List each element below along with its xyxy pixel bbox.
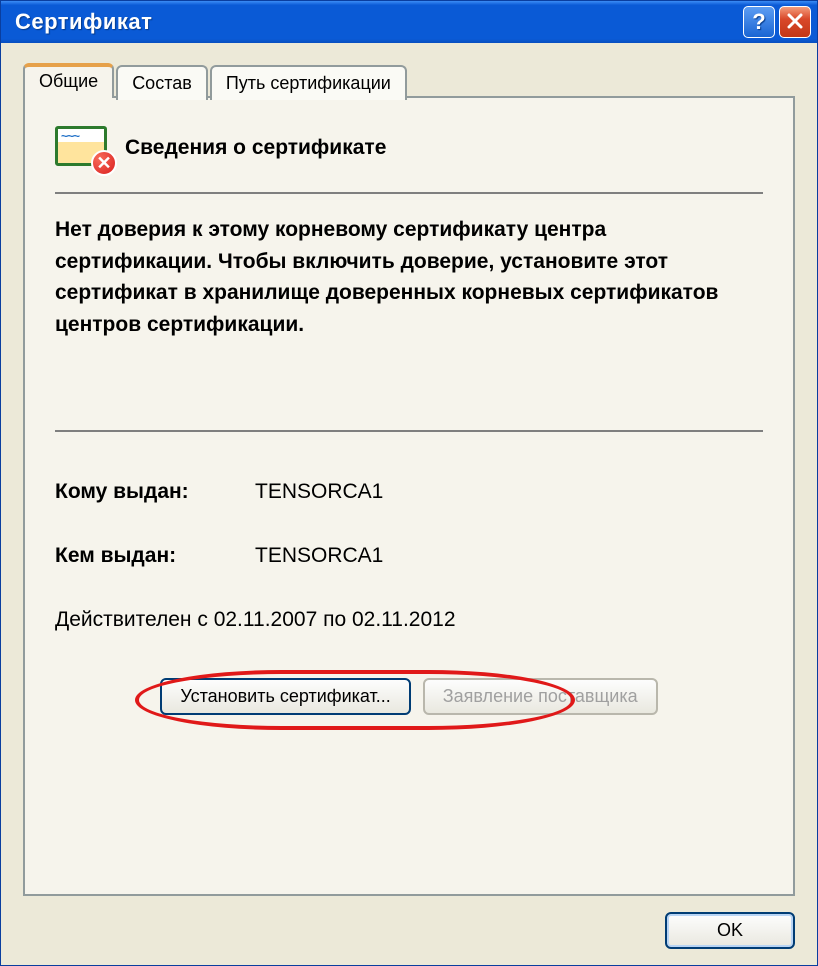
issued-by-row: Кем выдан: TENSORCA1	[55, 544, 763, 568]
cert-warning-text: Нет доверия к этому корневому сертификат…	[55, 214, 763, 340]
cert-fields: Кому выдан: TENSORCA1 Кем выдан: TENSORC…	[55, 480, 763, 632]
issued-to-row: Кому выдан: TENSORCA1	[55, 480, 763, 504]
help-button[interactable]: ?	[743, 6, 775, 38]
validity-text: Действителен с 02.11.2007 по 02.11.2012	[55, 608, 763, 632]
titlebar[interactable]: Сертификат ?	[1, 1, 817, 43]
tab-cert-path[interactable]: Путь сертификации	[210, 65, 407, 100]
cert-heading: Сведения о сертификате	[125, 136, 386, 160]
dialog-buttons: OK	[23, 896, 795, 949]
cert-header: ~~~ ✕ Сведения о сертификате	[55, 126, 763, 170]
ok-button[interactable]: OK	[665, 912, 795, 949]
divider	[55, 430, 763, 432]
error-badge-icon: ✕	[91, 150, 117, 176]
install-certificate-button[interactable]: Установить сертификат...	[160, 678, 410, 715]
certificate-error-icon: ~~~ ✕	[55, 126, 111, 170]
window-title: Сертификат	[15, 9, 739, 35]
tab-general[interactable]: Общие	[23, 63, 114, 98]
tab-details[interactable]: Состав	[116, 65, 208, 100]
issued-by-label: Кем выдан:	[55, 544, 255, 568]
certificate-dialog: Сертификат ? Общие Состав Путь сертифика…	[0, 0, 818, 966]
divider	[55, 192, 763, 194]
close-button[interactable]	[779, 6, 811, 38]
client-area: Общие Состав Путь сертификации ~~~ ✕ Све…	[1, 43, 817, 965]
close-icon	[787, 9, 803, 35]
help-icon: ?	[752, 9, 765, 35]
issued-to-label: Кому выдан:	[55, 480, 255, 504]
tab-panel-general: ~~~ ✕ Сведения о сертификате Нет доверия…	[23, 96, 795, 896]
tab-strip: Общие Состав Путь сертификации	[23, 63, 795, 98]
action-buttons: Установить сертификат... Заявление поста…	[55, 678, 763, 715]
issued-to-value: TENSORCA1	[255, 480, 383, 504]
issuer-statement-button: Заявление поставщика	[423, 678, 658, 715]
issued-by-value: TENSORCA1	[255, 544, 383, 568]
